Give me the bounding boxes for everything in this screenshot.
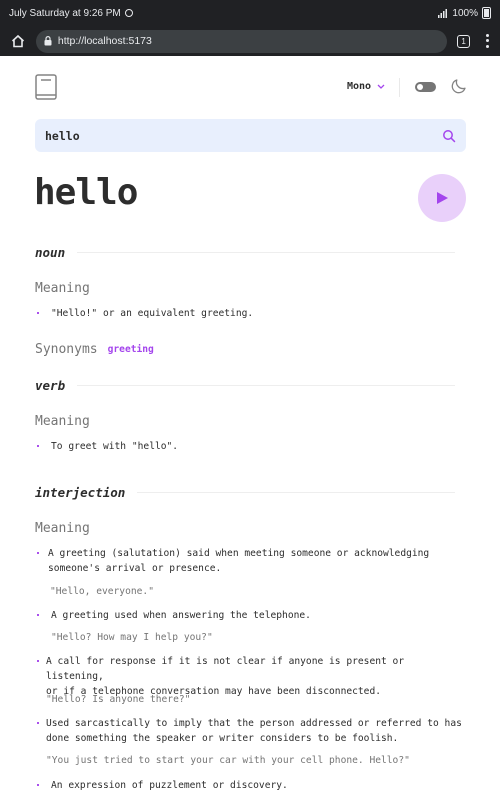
status-bar: July Saturday at 9:26 PM 100% <box>0 0 500 26</box>
font-selector[interactable]: Mono <box>347 81 385 92</box>
bullet-icon <box>37 660 39 662</box>
header-divider <box>399 78 400 97</box>
example-text: "Hello? How may I help you?" <box>51 632 213 643</box>
example-text: "Hello? Is anyone there?" <box>46 694 191 705</box>
definition-line: done something the speaker or writer con… <box>46 733 399 744</box>
play-icon <box>437 192 448 204</box>
lock-icon <box>44 36 52 46</box>
example-text: "You just tried to start your car with y… <box>46 755 410 766</box>
synonyms-row: Synonyms greeting <box>35 342 154 357</box>
definition-text: A call for response if it is not clear i… <box>46 654 466 699</box>
browser-toolbar: http://localhost:5173 1 <box>0 26 500 56</box>
home-button[interactable] <box>8 31 28 51</box>
bullet-icon <box>37 312 39 314</box>
definition-line: A greeting (salutation) said when meetin… <box>48 548 430 559</box>
definition-text: "Hello!" or an equivalent greeting. <box>51 308 254 319</box>
status-time: July Saturday at 9:26 PM <box>9 7 121 19</box>
bullet-icon <box>37 445 39 447</box>
tab-count-label: 1 <box>461 36 466 46</box>
meaning-label: Meaning <box>35 521 90 536</box>
pos-heading-interjection: interjection <box>35 485 455 500</box>
pos-heading-verb: verb <box>35 378 455 393</box>
moon-icon[interactable] <box>451 78 467 94</box>
meaning-label: Meaning <box>35 414 90 429</box>
notification-icon <box>124 9 133 17</box>
example-text: "Hello, everyone." <box>50 586 154 597</box>
synonym-link[interactable]: greeting <box>108 344 154 355</box>
definition-text: To greet with "hello". <box>51 441 179 452</box>
definition-line: An expression of puzzlement or discovery… <box>51 780 288 791</box>
home-icon <box>11 34 24 48</box>
pos-heading-noun: noun <box>35 245 455 260</box>
search-input[interactable] <box>45 128 442 143</box>
bullet-icon <box>37 784 39 786</box>
pos-label: noun <box>35 245 66 260</box>
definition-text: A greeting used when answering the telep… <box>51 608 471 623</box>
bullet-icon <box>37 552 39 554</box>
battery-icon <box>482 7 491 19</box>
menu-dot-icon <box>485 44 489 48</box>
pos-label: verb <box>35 378 66 393</box>
search-icon[interactable] <box>442 129 456 143</box>
battery-level: 100% <box>452 7 478 19</box>
definition-text: An expression of puzzlement or discovery… <box>51 778 471 793</box>
definition-line: Used sarcastically to imply that the per… <box>46 718 462 729</box>
definition-line: someone's arrival or presence. <box>48 563 222 574</box>
browser-menu-button[interactable] <box>482 33 492 49</box>
pos-divider <box>137 492 455 493</box>
theme-toggle[interactable] <box>415 82 436 92</box>
bullet-icon <box>37 722 39 724</box>
definition-line: A call for response if it is not clear i… <box>46 656 405 682</box>
definition-text: Used sarcastically to imply that the per… <box>46 716 466 746</box>
tab-switcher-button[interactable]: 1 <box>457 34 471 48</box>
play-audio-button[interactable] <box>418 174 466 222</box>
signal-icon <box>438 8 448 18</box>
definition-line: A greeting used when answering the telep… <box>51 610 311 621</box>
word-title: hello <box>34 172 138 213</box>
synonyms-label: Synonyms <box>35 342 98 357</box>
definition-text: A greeting (salutation) said when meetin… <box>48 546 468 576</box>
pos-divider <box>77 252 455 253</box>
chevron-down-icon <box>377 84 385 89</box>
bullet-icon <box>37 614 39 616</box>
url-text: http://localhost:5173 <box>57 35 152 47</box>
url-bar[interactable]: http://localhost:5173 <box>35 29 448 53</box>
search-bar <box>35 119 466 152</box>
book-logo-icon[interactable] <box>35 74 57 100</box>
app-header: Mono <box>35 73 466 101</box>
menu-dot-icon <box>485 39 489 43</box>
pos-divider <box>77 385 455 386</box>
menu-dot-icon <box>485 34 489 38</box>
meaning-label: Meaning <box>35 281 90 296</box>
font-selector-label: Mono <box>347 81 372 92</box>
pos-label: interjection <box>35 485 126 500</box>
